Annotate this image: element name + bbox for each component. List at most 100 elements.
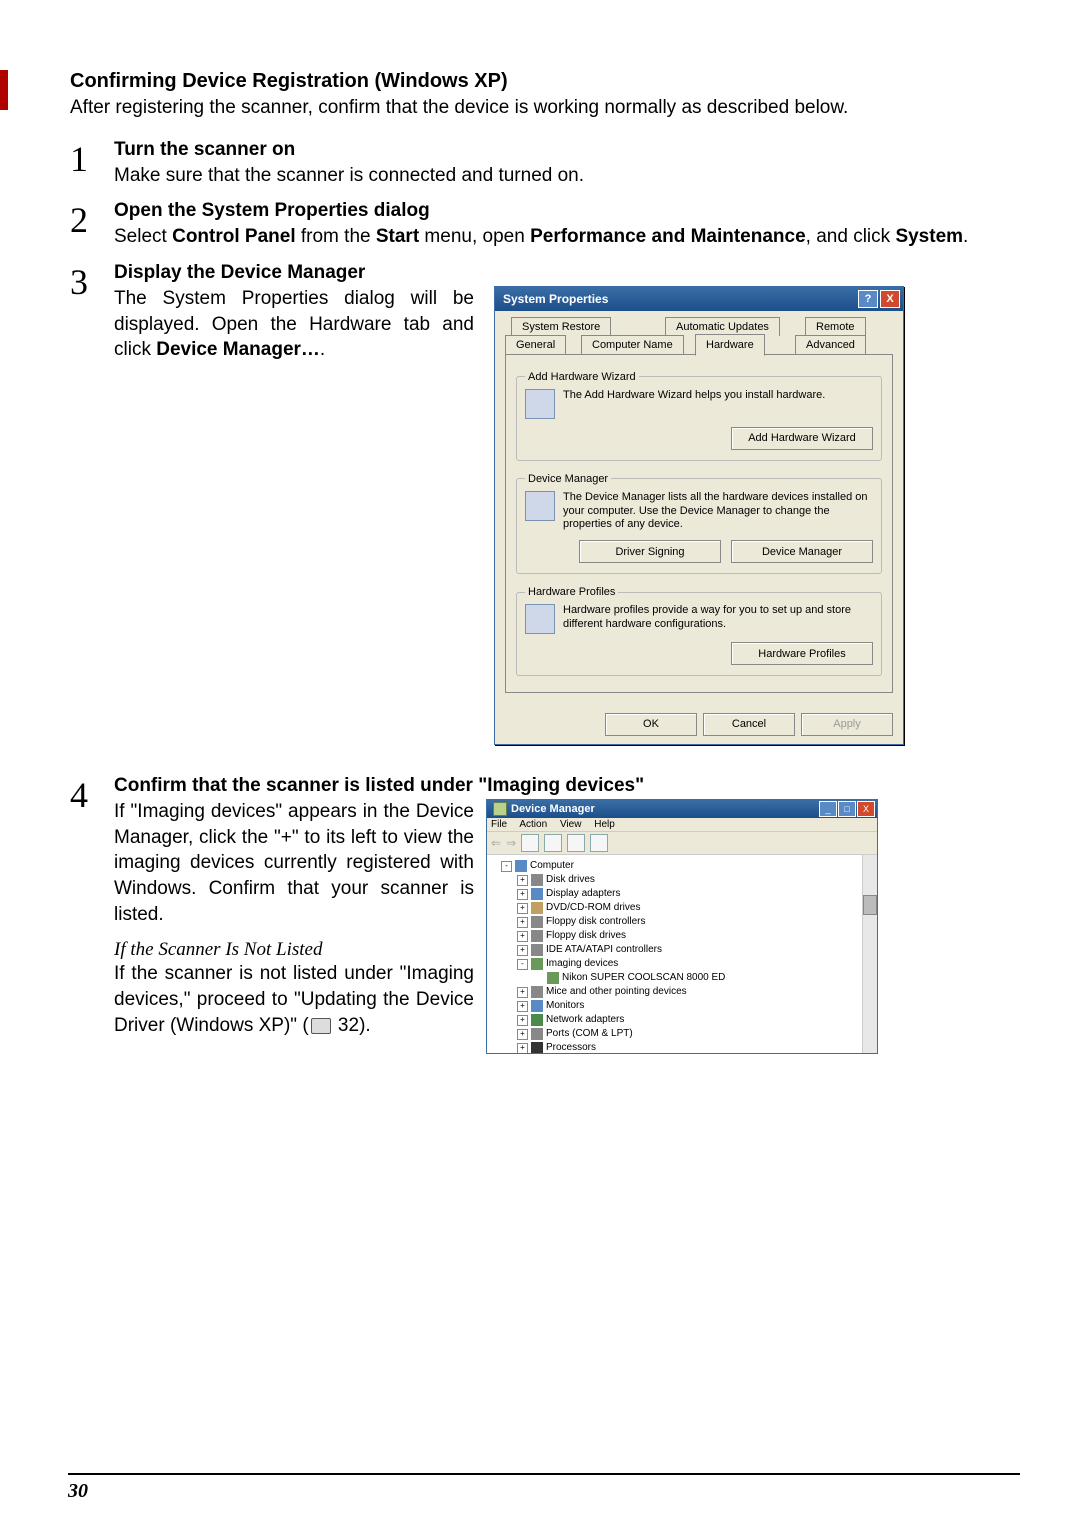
- collapse-icon[interactable]: -: [517, 959, 528, 970]
- tab-computer-name[interactable]: Computer Name: [581, 335, 684, 354]
- step-title: Confirm that the scanner is listed under…: [114, 775, 1020, 797]
- tree-node[interactable]: + Monitors: [501, 999, 875, 1013]
- step-text: Select Control Panel from the Start menu…: [114, 224, 1020, 250]
- cancel-button[interactable]: Cancel: [703, 713, 795, 736]
- menu-help[interactable]: Help: [594, 819, 615, 830]
- menu-view[interactable]: View: [560, 819, 582, 830]
- tree-node[interactable]: +DVD/CD-ROM drives: [501, 901, 875, 915]
- t: Start: [376, 226, 419, 247]
- expand-icon[interactable]: +: [517, 903, 528, 914]
- step-number: 2: [70, 200, 114, 250]
- tree-node[interactable]: + Processors: [501, 1041, 875, 1053]
- tree-node[interactable]: +Ports (COM & LPT): [501, 1027, 875, 1041]
- tree-label: Floppy disk drives: [546, 929, 626, 943]
- tree-node[interactable]: +IDE ATA/ATAPI controllers: [501, 943, 875, 957]
- tree-label: Nikon SUPER COOLSCAN 8000 ED: [562, 971, 725, 985]
- device-category-icon: [515, 860, 527, 872]
- step-text: If "Imaging devices" appears in the Devi…: [114, 799, 474, 927]
- back-icon[interactable]: ⇐: [491, 836, 501, 850]
- tree-node[interactable]: +Mice and other pointing devices: [501, 985, 875, 999]
- step-number: 3: [70, 262, 114, 745]
- device-category-icon: [531, 1000, 543, 1012]
- t: .: [963, 226, 968, 247]
- menu-action[interactable]: Action: [519, 819, 547, 830]
- step-text: Make sure that the scanner is connected …: [114, 163, 1020, 189]
- tree-node[interactable]: Nikon SUPER COOLSCAN 8000 ED: [501, 971, 875, 985]
- tab-remote[interactable]: Remote: [805, 317, 866, 336]
- titlebar[interactable]: System Properties ? X: [495, 287, 903, 311]
- expand-icon[interactable]: +: [517, 1043, 528, 1054]
- tree-label: Processors: [546, 1041, 596, 1053]
- driver-signing-button[interactable]: Driver Signing: [579, 540, 721, 563]
- help-button[interactable]: ?: [858, 290, 878, 308]
- dialog-title: System Properties: [503, 292, 608, 306]
- forward-icon[interactable]: ⇒: [506, 836, 516, 850]
- toolbar-icon[interactable]: [567, 834, 585, 852]
- device-tree[interactable]: -Computer + Disk drives+Display adapters+D…: [487, 855, 877, 1053]
- expand-icon[interactable]: +: [517, 889, 528, 900]
- close-button[interactable]: X: [857, 801, 875, 817]
- tree-node[interactable]: +Display adapters: [501, 887, 875, 901]
- expand-icon[interactable]: +: [517, 1015, 528, 1026]
- section-heading: Confirming Device Registration (Windows …: [70, 70, 1020, 93]
- hardware-profiles-button[interactable]: Hardware Profiles: [731, 642, 873, 665]
- group-text: The Device Manager lists all the hardwar…: [563, 491, 873, 532]
- tab-hardware[interactable]: Hardware: [695, 334, 765, 356]
- expand-icon[interactable]: +: [517, 875, 528, 886]
- tree-node[interactable]: + Disk drives: [501, 873, 875, 887]
- step-4: 4 Confirm that the scanner is listed und…: [70, 775, 1020, 1054]
- expand-icon[interactable]: +: [517, 945, 528, 956]
- t: If the scanner is not listed under "Imag…: [114, 963, 474, 1035]
- toolbar-icon[interactable]: [590, 834, 608, 852]
- step-text: The System Properties dialog will be dis…: [114, 286, 474, 363]
- add-hardware-wizard-button[interactable]: Add Hardware Wizard: [731, 427, 873, 450]
- expand-icon[interactable]: +: [517, 1029, 528, 1040]
- page-accent: [0, 70, 8, 110]
- t: System: [895, 226, 963, 247]
- collapse-icon[interactable]: -: [501, 861, 512, 872]
- toolbar-icon[interactable]: [521, 834, 539, 852]
- ok-button[interactable]: OK: [605, 713, 697, 736]
- minimize-button[interactable]: _: [819, 801, 837, 817]
- step-title: Display the Device Manager: [114, 262, 1020, 284]
- tree-label: Disk drives: [546, 873, 595, 887]
- window-title: Device Manager: [493, 802, 595, 816]
- titlebar[interactable]: Device Manager _ □ X: [487, 800, 877, 818]
- maximize-button[interactable]: □: [838, 801, 856, 817]
- tree-node[interactable]: +Network adapters: [501, 1013, 875, 1027]
- device-category-icon: [531, 944, 543, 956]
- legend: Hardware Profiles: [525, 586, 618, 598]
- t: 32).: [333, 1015, 371, 1036]
- tree-node[interactable]: -Computer: [501, 859, 875, 873]
- step-3: 3 Display the Device Manager The System …: [70, 262, 1020, 745]
- close-button[interactable]: X: [880, 290, 900, 308]
- tab-advanced[interactable]: Advanced: [795, 335, 866, 354]
- wizard-icon: [525, 389, 555, 419]
- t: Performance and Maintenance: [530, 226, 806, 247]
- tab-general[interactable]: General: [505, 335, 566, 354]
- scrollbar[interactable]: [862, 855, 877, 1053]
- tab-system-restore[interactable]: System Restore: [511, 317, 611, 336]
- device-category-icon: [531, 874, 543, 886]
- tree-label: Monitors: [546, 999, 584, 1013]
- expand-icon[interactable]: +: [517, 931, 528, 942]
- app-icon: [493, 802, 507, 816]
- tab-strip: System Restore Automatic Updates Remote …: [505, 317, 893, 355]
- group-hardware-profiles: Hardware Profiles Hardware profiles prov…: [516, 586, 882, 676]
- tree-node[interactable]: -Imaging devices: [501, 957, 875, 971]
- t: , and click: [806, 226, 896, 247]
- device-manager-button[interactable]: Device Manager: [731, 540, 873, 563]
- device-manager-window: Device Manager _ □ X File Action View: [486, 799, 878, 1054]
- tree-node[interactable]: +Floppy disk controllers: [501, 915, 875, 929]
- toolbar-icon[interactable]: [544, 834, 562, 852]
- expand-icon[interactable]: +: [517, 987, 528, 998]
- scroll-thumb[interactable]: [863, 895, 877, 915]
- t: Control Panel: [172, 226, 296, 247]
- tree-node[interactable]: + Floppy disk drives: [501, 929, 875, 943]
- menu-file[interactable]: File: [491, 819, 507, 830]
- expand-icon[interactable]: +: [517, 1001, 528, 1012]
- expand-icon[interactable]: +: [517, 917, 528, 928]
- menubar[interactable]: File Action View Help: [487, 818, 877, 832]
- step-title: Open the System Properties dialog: [114, 200, 1020, 222]
- legend: Add Hardware Wizard: [525, 371, 639, 383]
